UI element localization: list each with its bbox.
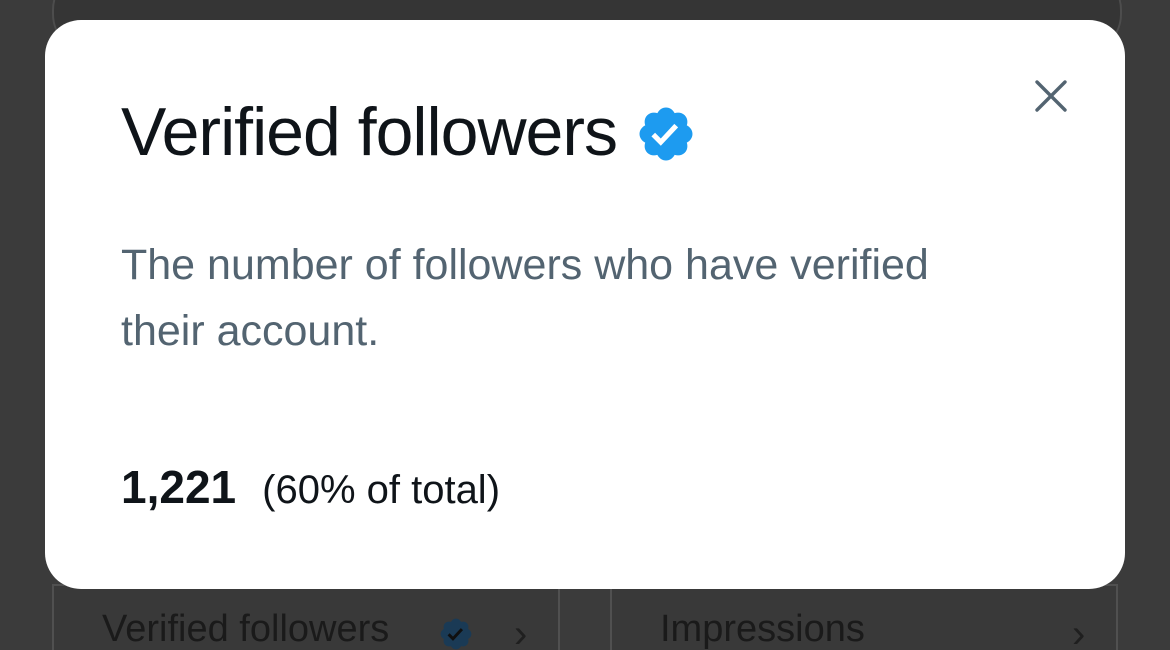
verified-badge-icon [440, 618, 472, 650]
stat-cell-label: Impressions [660, 608, 865, 650]
chevron-right-icon: › [1072, 612, 1086, 650]
modal-header: Verified followers [121, 98, 697, 166]
stat-cell-impressions[interactable]: Impressions › [610, 584, 1118, 650]
share-of-total: (60% of total) [262, 468, 501, 512]
modal-title: Verified followers [121, 94, 618, 170]
app-screen: Verified followers › Impressions › Verif… [0, 0, 1170, 650]
stat-cell-label: Verified followers [102, 608, 390, 650]
close-icon[interactable] [1029, 74, 1073, 118]
modal-description: The number of followers who have verifie… [121, 241, 929, 355]
verified-followers-modal: Verified followers The number of followe… [45, 20, 1125, 589]
stat-cell-verified-followers[interactable]: Verified followers › [52, 584, 560, 650]
verified-follower-count: 1,221 [121, 461, 237, 513]
chevron-right-icon: › [514, 612, 528, 650]
verified-badge-icon [639, 107, 693, 161]
stats-row: 1,221 (60% of total) [121, 460, 500, 514]
